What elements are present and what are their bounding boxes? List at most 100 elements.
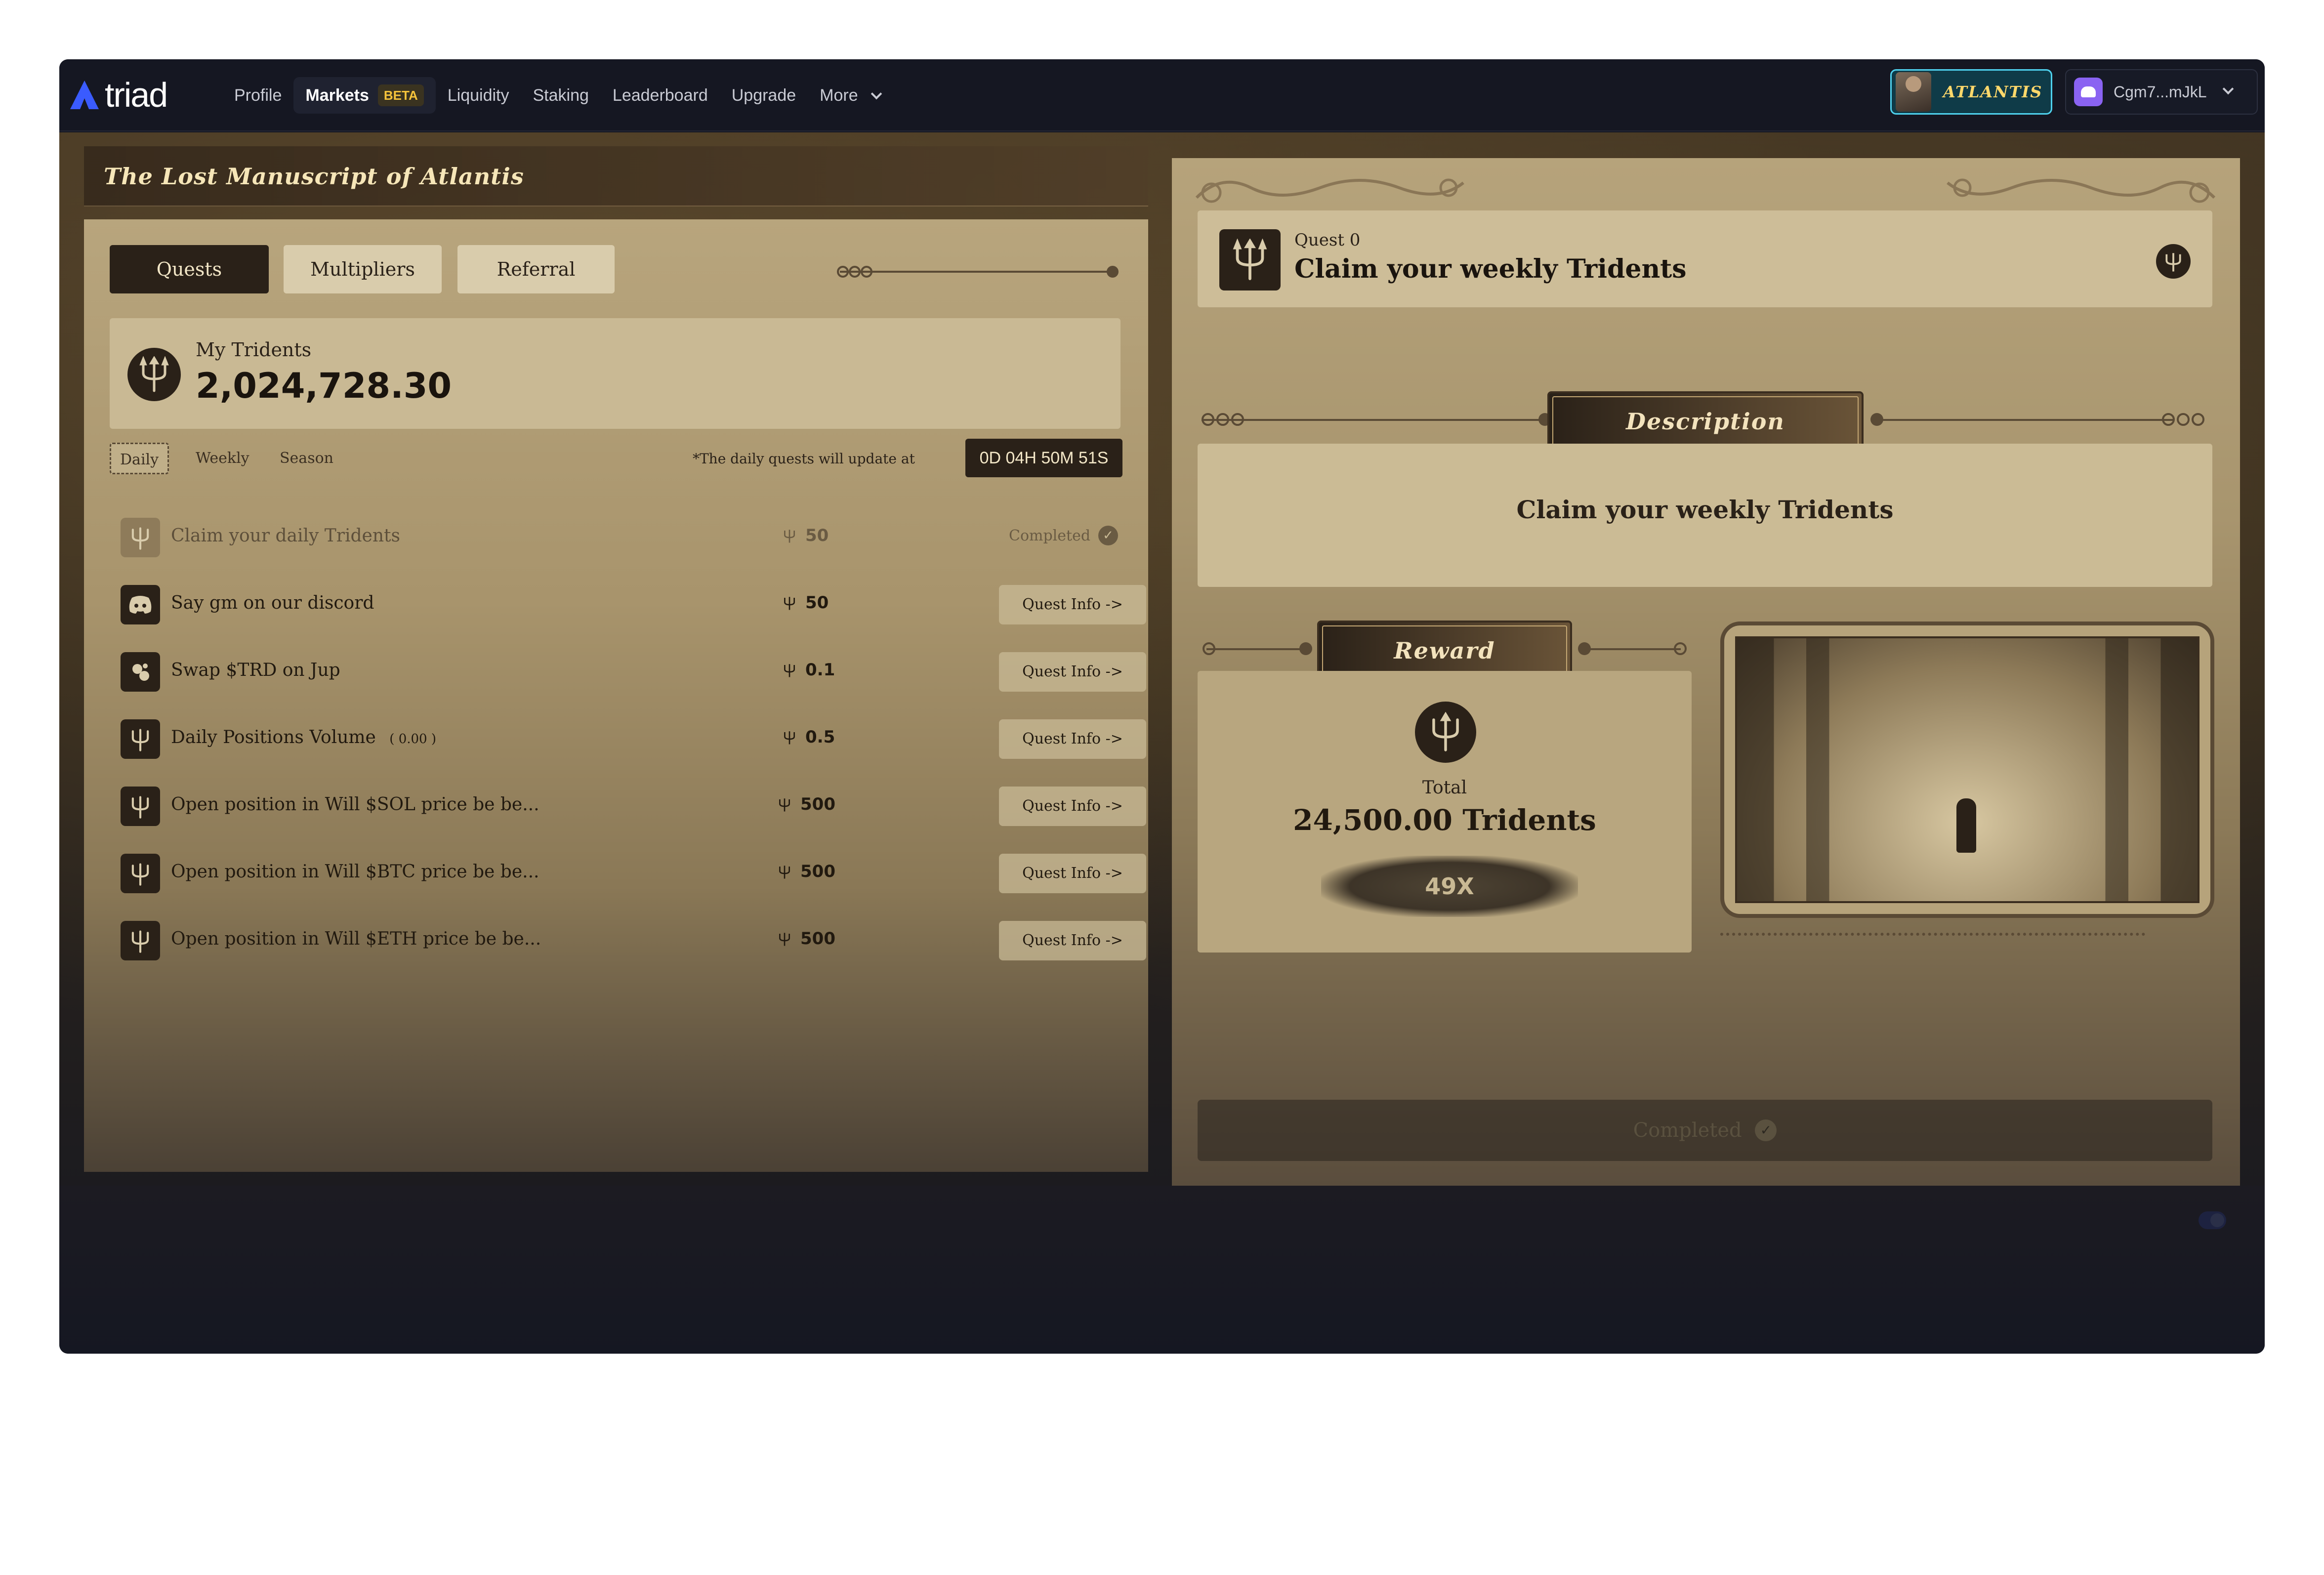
quest-number: Quest 0 bbox=[1294, 230, 1361, 250]
wallet-address: Cgm7...mJkL bbox=[2114, 83, 2207, 101]
check-icon: ✓ bbox=[1755, 1119, 1777, 1141]
artwork-figure bbox=[1956, 798, 1976, 853]
trident-icon bbox=[1415, 702, 1476, 763]
completed-label: Completed bbox=[1633, 1119, 1742, 1142]
page-title: The Lost Manuscript of Atlantis bbox=[104, 163, 524, 190]
trident-icon bbox=[121, 787, 160, 826]
top-nav: triad Profile Markets BETA Liquidity Sta… bbox=[59, 59, 2265, 131]
tab-quests[interactable]: Quests bbox=[110, 245, 269, 293]
trident-icon bbox=[784, 597, 795, 610]
scroll-ornament bbox=[1947, 178, 2216, 203]
ornament-ring bbox=[861, 266, 872, 278]
nav-markets[interactable]: Markets BETA bbox=[293, 77, 436, 114]
quest-points: 0.5 bbox=[783, 727, 835, 747]
nav-leaderboard[interactable]: Leaderboard bbox=[601, 77, 720, 114]
beta-badge: BETA bbox=[377, 84, 424, 106]
nav-staking[interactable]: Staking bbox=[521, 77, 601, 114]
ornament-ring bbox=[1231, 413, 1244, 426]
ornament-line bbox=[1876, 419, 2173, 421]
period-season[interactable]: Season bbox=[271, 443, 342, 474]
quest-info-button[interactable]: Quest Info -> bbox=[999, 652, 1146, 692]
quest-info-button[interactable]: Quest Info -> bbox=[999, 854, 1146, 893]
brand-name: triad bbox=[105, 76, 168, 114]
quest-header: Quest 0 Claim your weekly Tridents bbox=[1198, 210, 2212, 307]
trident-icon bbox=[121, 518, 160, 557]
period-daily[interactable]: Daily bbox=[110, 443, 169, 474]
multiplier-badge: 49X bbox=[1321, 856, 1578, 917]
ornament-line bbox=[1202, 419, 1547, 421]
nav-liquidity[interactable]: Liquidity bbox=[436, 77, 521, 114]
period-filter: Daily Weekly Season *The daily quests wi… bbox=[110, 434, 1122, 483]
tab-multipliers[interactable]: Multipliers bbox=[284, 245, 442, 293]
description-banner: Description bbox=[1547, 391, 1864, 452]
ornament-ring bbox=[2192, 413, 2204, 426]
quest-info-button[interactable]: Quest Info -> bbox=[999, 921, 1146, 960]
theme-toggle[interactable] bbox=[2199, 1211, 2226, 1229]
quest-name: Say gm on our discord bbox=[171, 593, 374, 613]
ornament-ring bbox=[1202, 413, 1214, 426]
list-item: Open position in Will $ETH price be be..… bbox=[110, 906, 1146, 973]
nav-upgrade[interactable]: Upgrade bbox=[720, 77, 808, 114]
trident-icon bbox=[121, 854, 160, 893]
period-weekly[interactable]: Weekly bbox=[187, 443, 258, 474]
ornament-dot bbox=[1578, 642, 1591, 655]
brand-logo[interactable]: triad bbox=[68, 75, 168, 115]
trident-icon bbox=[127, 348, 181, 401]
nav-more[interactable]: More bbox=[808, 77, 892, 114]
discord-icon bbox=[121, 585, 160, 624]
trident-icon bbox=[784, 731, 795, 745]
list-item: Open position in Will $SOL price be be..… bbox=[110, 772, 1146, 839]
ornament-ring bbox=[2162, 413, 2175, 426]
quest-volume-value: ( 0.00 ) bbox=[389, 732, 436, 746]
quest-title: Claim your weekly Tridents bbox=[1294, 254, 1687, 284]
chevron-down-icon bbox=[871, 88, 882, 100]
scroll-ornament bbox=[1195, 178, 1464, 203]
wave-ornament bbox=[1720, 927, 2145, 936]
trident-icon bbox=[784, 664, 795, 677]
tab-referral[interactable]: Referral bbox=[457, 245, 615, 293]
trident-icon bbox=[779, 798, 790, 812]
nav-profile[interactable]: Profile bbox=[222, 77, 293, 114]
trident-icon bbox=[121, 921, 160, 960]
app-window: triad Profile Markets BETA Liquidity Sta… bbox=[59, 59, 2265, 1354]
quest-name-text: Daily Positions Volume bbox=[171, 727, 376, 747]
quest-name: Open position in Will $SOL price be be..… bbox=[171, 794, 540, 815]
quest-points-value: 50 bbox=[805, 593, 829, 613]
triad-logo-icon bbox=[70, 81, 99, 109]
quest-status-label: Completed bbox=[1009, 527, 1091, 544]
reward-total-label: Total bbox=[1422, 778, 1467, 798]
list-item: Say gm on our discord 50 Quest Info -> bbox=[110, 570, 1146, 637]
quest-info-button[interactable]: Quest Info -> bbox=[999, 719, 1146, 759]
completed-button[interactable]: Completed ✓ bbox=[1198, 1100, 2212, 1161]
quest-name: Open position in Will $BTC price be be..… bbox=[171, 862, 540, 882]
ornament-dot bbox=[1299, 642, 1312, 655]
quest-points: 50 bbox=[783, 526, 829, 545]
quest-name: Daily Positions Volume ( 0.00 ) bbox=[171, 727, 436, 747]
quest-name: Claim your daily Tridents bbox=[171, 526, 400, 546]
footer-area bbox=[59, 1186, 2265, 1354]
quest-points: 0.1 bbox=[783, 660, 835, 680]
quest-info-button[interactable]: Quest Info -> bbox=[999, 787, 1146, 826]
quest-info-button[interactable]: Quest Info -> bbox=[999, 585, 1146, 624]
ornament-ring bbox=[1203, 642, 1215, 655]
quest-points-value: 0.5 bbox=[805, 727, 835, 747]
quest-points-value: 0.1 bbox=[805, 660, 835, 680]
atlantis-collection-badge[interactable]: ATLANTIS bbox=[1890, 69, 2052, 115]
ornament-line bbox=[1206, 648, 1305, 650]
atlantis-artwork bbox=[1720, 622, 2214, 918]
nav-markets-label: Markets bbox=[305, 86, 369, 105]
reward-label: Reward bbox=[1322, 625, 1567, 676]
my-tridents-card: My Tridents 2,024,728.30 bbox=[110, 318, 1120, 429]
quest-points: 500 bbox=[778, 929, 835, 949]
ornament-ring bbox=[2177, 413, 2190, 426]
quest-points-value: 500 bbox=[800, 929, 835, 949]
ornament-ring bbox=[1674, 642, 1687, 655]
ornament-line bbox=[840, 271, 1113, 273]
chevron-down-icon bbox=[2223, 83, 2234, 95]
list-item: Swap $TRD on Jup 0.1 Quest Info -> bbox=[110, 637, 1146, 705]
wallet-button[interactable]: Cgm7...mJkL bbox=[2065, 69, 2258, 115]
my-tridents-label: My Tridents bbox=[196, 339, 312, 361]
description-label: Description bbox=[1552, 396, 1859, 447]
quests-panel: Quests Multipliers Referral My Tridents … bbox=[84, 219, 1148, 1172]
list-item: Daily Positions Volume ( 0.00 ) 0.5 Ques… bbox=[110, 705, 1146, 772]
